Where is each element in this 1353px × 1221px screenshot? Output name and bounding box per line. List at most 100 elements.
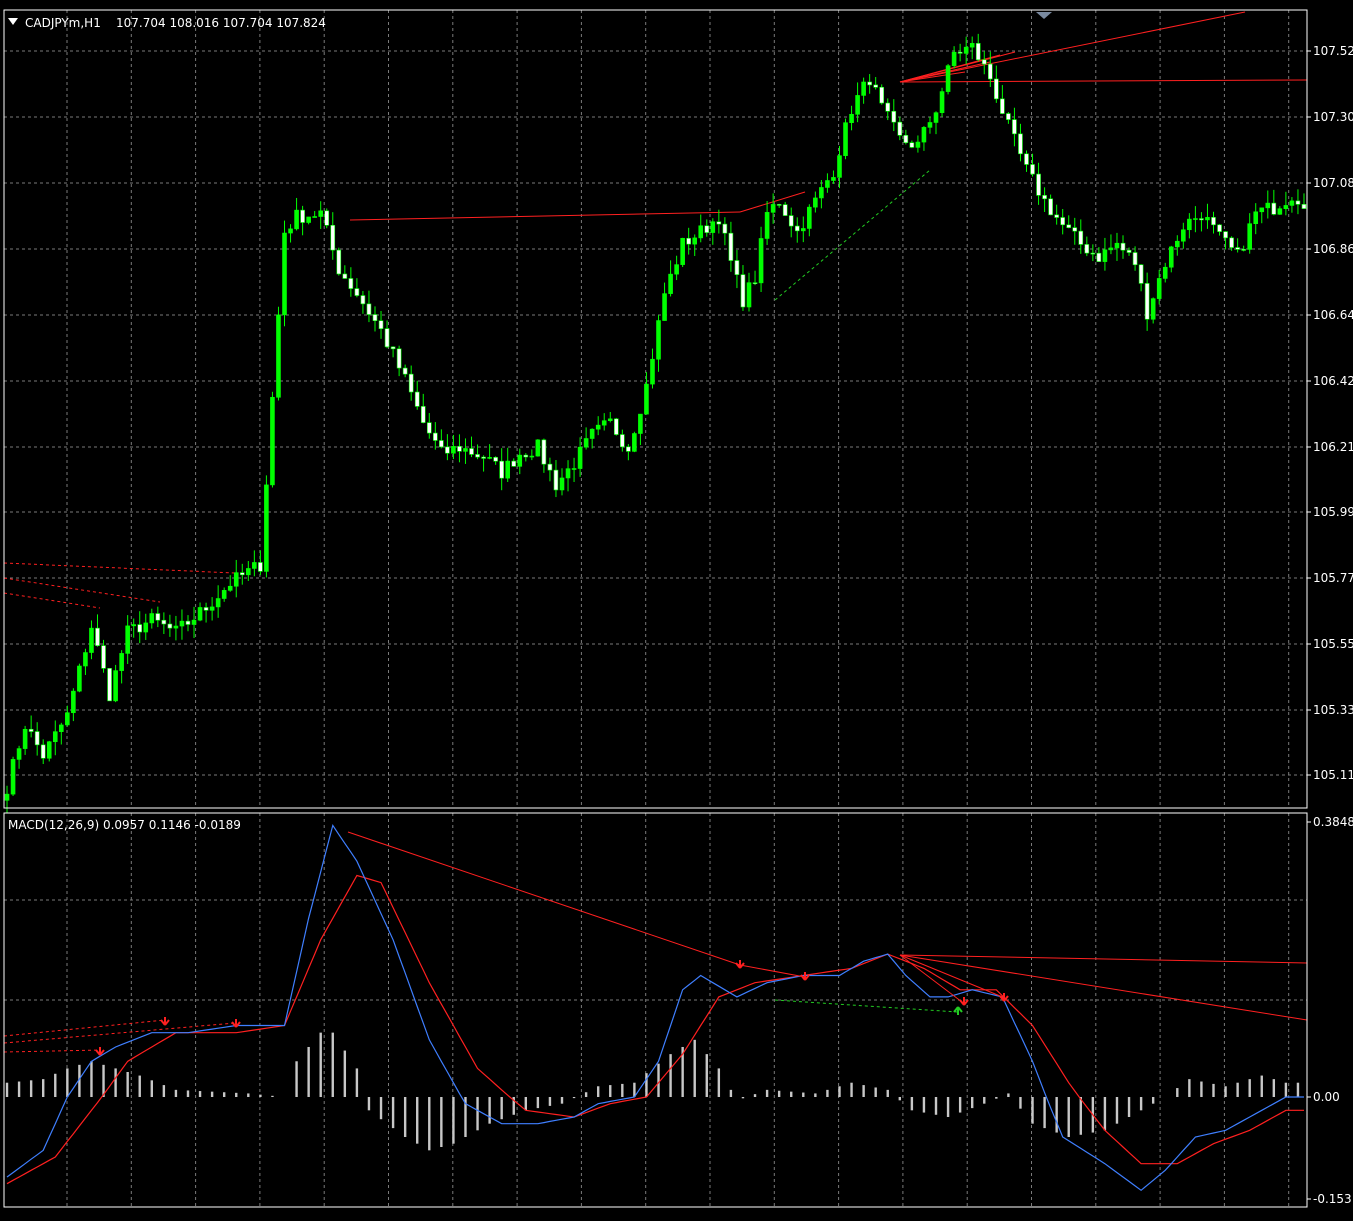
candle-body [191, 619, 197, 625]
candle-body [40, 744, 46, 759]
candle-body [620, 434, 625, 448]
candle-body [595, 424, 601, 430]
candle-body [131, 624, 136, 627]
candle-body [1289, 200, 1295, 206]
candle-body [1271, 202, 1277, 215]
candle-body [1181, 229, 1186, 242]
candle-body [1000, 98, 1005, 114]
candle [264, 475, 269, 578]
candle-body [517, 454, 523, 467]
candle-body [746, 282, 752, 308]
candle-body [203, 607, 209, 611]
candle-body [390, 346, 396, 350]
candle-body [825, 180, 830, 188]
candle-body [722, 223, 728, 234]
candle-body [342, 273, 348, 279]
candle-body [571, 468, 577, 470]
candle-body [65, 712, 70, 726]
candle-body [577, 446, 583, 469]
candle-body [994, 78, 999, 100]
candle-body [1211, 217, 1216, 226]
candle-body [318, 210, 324, 217]
candle-body [1150, 298, 1156, 320]
candle-body [601, 420, 607, 426]
candle-body [28, 728, 34, 732]
candle-body [776, 204, 782, 206]
candle-body [113, 670, 118, 702]
candle-body [1277, 208, 1283, 215]
candle-body [728, 232, 734, 261]
candle [77, 663, 82, 693]
candle-body [680, 237, 685, 265]
candle-body [1084, 244, 1090, 254]
candle [843, 118, 848, 160]
candle-body [16, 748, 22, 760]
chart-window: 107.52 107.30 107.08 106.86 106.64 106.42 106.… [0, 0, 1353, 1217]
price-tick-label: 105.11 [1313, 768, 1353, 782]
candle-body [1078, 230, 1084, 245]
candle-body [975, 43, 981, 61]
candle [276, 306, 281, 401]
chart-canvas[interactable]: 107.52 107.30 107.08 106.86 106.64 106.42 106.… [0, 0, 1353, 1217]
candle-body [1199, 218, 1204, 221]
candle-body [511, 460, 517, 467]
candle-body [1138, 264, 1144, 284]
candle-body [451, 446, 456, 454]
price-tick-label: 105.77 [1313, 571, 1353, 585]
candle-body [1108, 247, 1114, 251]
candle-body [1018, 133, 1023, 155]
candle-body [161, 619, 167, 625]
candle-body [83, 652, 88, 667]
candle-body [969, 43, 975, 48]
candle-body [1175, 240, 1180, 248]
candle-body [1259, 207, 1265, 213]
candle-body [481, 456, 486, 459]
candle-body [1253, 211, 1259, 224]
candle [336, 247, 342, 276]
candle-body [692, 237, 698, 245]
candle-body [879, 86, 885, 104]
candle-body [505, 460, 511, 479]
candle-body [71, 690, 76, 714]
candle-body [686, 237, 691, 245]
price-tick-label: 105.33 [1313, 703, 1353, 717]
candle-body [1217, 224, 1222, 232]
candle-body [813, 197, 818, 208]
candle-body [1090, 252, 1096, 255]
candle-body [59, 724, 64, 732]
candle-body [1162, 266, 1168, 279]
candle-body [167, 623, 173, 629]
candle-body [782, 204, 788, 216]
candle-body [475, 454, 480, 458]
candle-body [264, 484, 269, 572]
price-tick-label: 107.30 [1313, 110, 1353, 124]
candle [113, 664, 118, 703]
candle-body [1301, 204, 1307, 209]
candle-body [324, 210, 330, 226]
candle-body [306, 216, 311, 223]
candle-body [209, 606, 215, 611]
candle-body [668, 273, 673, 294]
candle-body [463, 448, 468, 452]
candle [107, 668, 112, 702]
candle-body [535, 439, 541, 457]
candle-body [1060, 217, 1065, 226]
candle-body [1126, 249, 1132, 253]
candle-body [1235, 247, 1240, 250]
candle-body [1144, 283, 1150, 320]
ohlc-readout: 107.704 108.016 107.704 107.824 [116, 16, 326, 30]
candle-body [77, 665, 82, 692]
candle-body [650, 358, 655, 385]
candle-body [493, 457, 498, 462]
candle-body [963, 46, 969, 54]
candle-body [607, 418, 613, 421]
candle-body [1036, 173, 1041, 196]
price-tick-label: 106.86 [1313, 242, 1353, 256]
candle-body [197, 607, 203, 621]
macd-tick-label: -0.153 [1313, 1192, 1352, 1206]
candle-body [396, 348, 402, 369]
candle-body [589, 428, 595, 439]
candle-body [233, 572, 239, 587]
candle-body [710, 221, 716, 233]
candle-body [613, 418, 619, 435]
